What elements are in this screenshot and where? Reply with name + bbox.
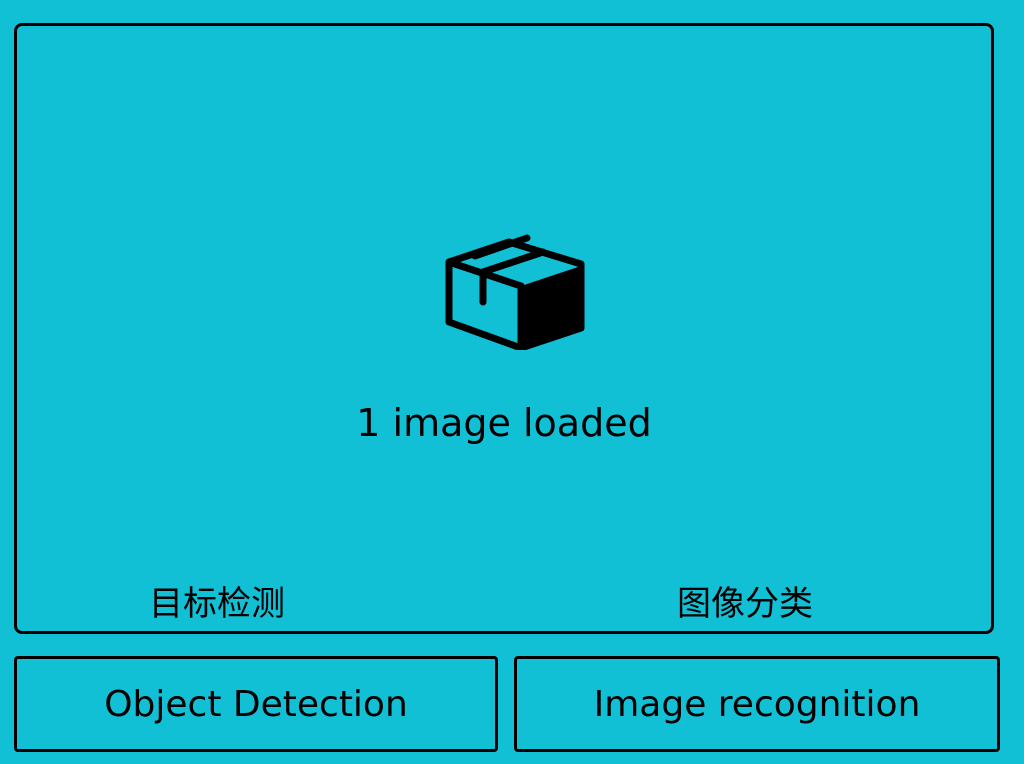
object-detection-label-cn: 目标检测: [149, 584, 285, 624]
image-classification-label-cn: 图像分类: [677, 584, 813, 624]
image-drop-panel[interactable]: 1 image loaded 目标检测 图像分类: [14, 23, 994, 634]
image-recognition-button[interactable]: Image recognition: [514, 656, 1000, 752]
object-detection-button[interactable]: Object Detection: [14, 656, 498, 752]
status-text: 1 image loaded: [356, 401, 652, 445]
box-icon: [435, 216, 587, 350]
